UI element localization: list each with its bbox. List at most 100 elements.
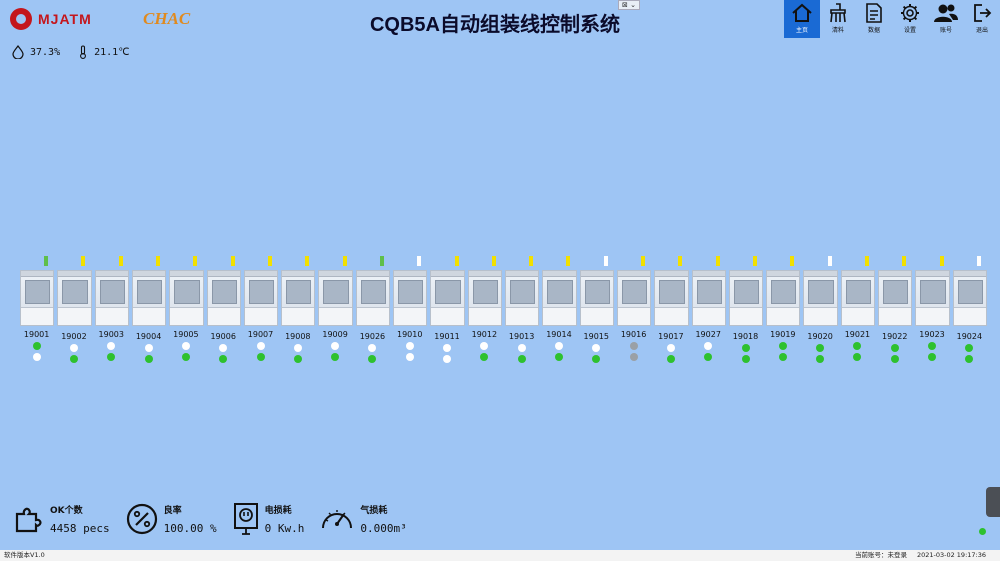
station-19006[interactable]: 19006: [208, 332, 238, 363]
power-label: 电损耗: [264, 506, 292, 516]
side-drawer-tab[interactable]: [986, 487, 1000, 517]
station-status-dot-2: [853, 353, 862, 361]
production-stats: OK个数 4458 pecs 良率 100.00 % 电损耗 0 Kw.h 气损…: [14, 502, 407, 536]
station-machine-19006[interactable]: [206, 270, 241, 326]
station-19020[interactable]: 19020: [805, 332, 835, 363]
station-19001[interactable]: 19001: [22, 330, 52, 361]
station-19004[interactable]: 19004: [134, 332, 164, 363]
station-machine-19013[interactable]: [505, 270, 540, 326]
station-beacon-19027: [715, 256, 720, 266]
station-machine-19027[interactable]: [691, 270, 726, 326]
station-machine-19011[interactable]: [430, 270, 465, 326]
station-machine-19003[interactable]: [94, 270, 129, 326]
station-id-label: 19018: [732, 332, 759, 341]
station-19003[interactable]: 19003: [96, 330, 126, 361]
thermometer-icon: [80, 45, 87, 59]
environment-readout: 37.3% 21.1℃: [12, 45, 129, 59]
station-machine-19024[interactable]: [952, 270, 987, 326]
gear-icon: [901, 4, 919, 22]
humidity-icon: [12, 45, 24, 59]
station-id-label: 19007: [247, 330, 274, 339]
station-19008[interactable]: 19008: [283, 332, 313, 363]
station-beacon-19009: [342, 256, 347, 266]
station-machine-19023[interactable]: [915, 270, 950, 326]
nav-settings-button[interactable]: 设置: [892, 0, 928, 38]
station-machine-19019[interactable]: [766, 270, 801, 326]
station-machine-19017[interactable]: [654, 270, 689, 326]
window-control[interactable]: ⊠ ⌄: [618, 0, 640, 10]
station-beacon-19004: [156, 256, 161, 266]
temperature-value: 21.1℃: [94, 46, 130, 58]
station-19026[interactable]: 19026: [357, 332, 387, 363]
station-status-dot-1: [405, 342, 414, 350]
station-machine-19012[interactable]: [467, 270, 502, 326]
nav-account-label: 账号: [939, 27, 952, 34]
station-machine-19020[interactable]: [803, 270, 838, 326]
station-id-label: 19008: [285, 332, 311, 341]
station-beacon-19015: [603, 256, 608, 266]
ok-count-stat: OK个数 4458 pecs: [14, 502, 110, 536]
station-machine-19004[interactable]: [131, 270, 167, 326]
station-19024[interactable]: 19024: [954, 332, 984, 363]
station-status-dot-1: [890, 344, 899, 352]
gauge-icon: [322, 510, 353, 529]
station-status-dot-2: [965, 355, 974, 363]
station-status-dot-2: [368, 355, 377, 363]
station-19002[interactable]: 19002: [59, 332, 89, 363]
station-status-dot-1: [778, 342, 787, 350]
station-status-dot-2: [293, 355, 302, 363]
station-status-dot-1: [816, 344, 825, 352]
station-19009[interactable]: 19009: [320, 330, 350, 361]
station-machine-19016[interactable]: [616, 270, 652, 326]
station-status-dot-2: [107, 353, 116, 361]
station-status-dot-2: [181, 353, 190, 361]
station-19019[interactable]: 19019: [768, 330, 798, 361]
station-machine-19015[interactable]: [579, 270, 614, 326]
station-machine-19008[interactable]: [281, 270, 316, 326]
station-19013[interactable]: 19013: [507, 332, 537, 363]
station-19017[interactable]: 19017: [656, 332, 686, 363]
nav-data-button[interactable]: 数据: [856, 0, 892, 38]
station-19005[interactable]: 19005: [171, 330, 201, 361]
station-19014[interactable]: 19014: [544, 330, 574, 361]
station-machine-19001[interactable]: [20, 270, 55, 326]
station-machine-19026[interactable]: [355, 270, 391, 326]
station-machine-19021[interactable]: [840, 270, 876, 326]
station-machine-19005[interactable]: [169, 270, 204, 326]
nav-home-button[interactable]: 主页: [784, 0, 820, 38]
station-status-dot-1: [69, 344, 78, 352]
station-19015[interactable]: 19015: [581, 332, 611, 363]
station-machine-19009[interactable]: [318, 270, 353, 326]
station-machine-19002[interactable]: [57, 270, 92, 326]
station-19027[interactable]: 19027: [693, 330, 723, 361]
station-beacon-19026: [379, 256, 384, 266]
station-machine-19014[interactable]: [542, 270, 577, 326]
nav-exit-button[interactable]: 退出: [964, 0, 1000, 38]
station-19016[interactable]: 19016: [619, 330, 649, 361]
station-status-dot-2: [778, 353, 787, 361]
station-19011[interactable]: 19011: [432, 332, 462, 363]
station-19018[interactable]: 19018: [731, 332, 761, 363]
station-status-dot-1: [517, 344, 526, 352]
nav-material-button[interactable]: 清料: [820, 0, 856, 38]
station-19023[interactable]: 19023: [917, 330, 947, 361]
humidity-value: 37.3%: [30, 46, 61, 58]
station-19021[interactable]: 19021: [842, 330, 872, 361]
station-id-label: 19010: [396, 330, 423, 339]
nav-account-button[interactable]: 账号: [928, 0, 964, 38]
station-status-dot-1: [331, 342, 340, 350]
station-status-dot-2: [816, 355, 825, 363]
station-machine-19007[interactable]: [243, 270, 279, 326]
yield-stat: 良率 100.00 %: [126, 502, 217, 536]
station-machine-19010[interactable]: [393, 270, 428, 326]
station-id-label: 19005: [173, 330, 199, 339]
station-status-dot-2: [592, 355, 601, 363]
station-19010[interactable]: 19010: [395, 330, 425, 361]
station-19012[interactable]: 19012: [469, 330, 499, 361]
station-19007[interactable]: 19007: [246, 330, 276, 361]
station-beacon-19024: [976, 256, 981, 266]
station-machine-19022[interactable]: [878, 270, 913, 326]
station-machine-19018[interactable]: [728, 270, 764, 326]
station-id-label: 19006: [210, 332, 236, 341]
station-19022[interactable]: 19022: [880, 332, 910, 363]
